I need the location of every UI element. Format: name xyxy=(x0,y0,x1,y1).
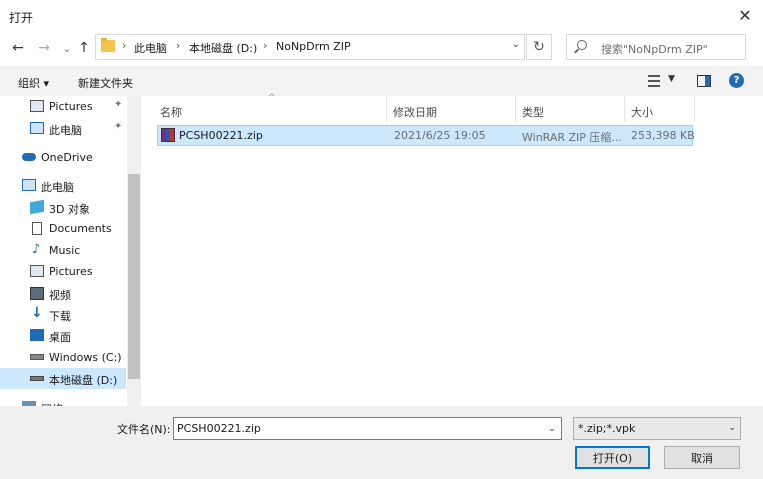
pin-icon: ✦ xyxy=(114,121,123,132)
sidebar-item-label: 此电脑 xyxy=(41,181,74,194)
winrar-zip-icon xyxy=(161,128,175,142)
breadcrumb-drive-d[interactable]: 本地磁盘 (D:) xyxy=(189,40,257,56)
address-bar[interactable]: › 此电脑 › 本地磁盘 (D:) › NoNpDrm ZIP ⌄ xyxy=(95,34,525,60)
navigation-scrollbar[interactable] xyxy=(127,96,141,406)
sidebar-item-onedrive[interactable]: OneDrive xyxy=(0,147,126,168)
file-type: WinRAR ZIP 压缩... xyxy=(522,131,622,144)
sidebar-item-this-pc-quick[interactable]: 此电脑 ✦ xyxy=(0,118,126,139)
sidebar-item-videos[interactable]: 视频 xyxy=(0,283,126,304)
up-arrow-icon[interactable]: ↑ xyxy=(75,38,93,58)
new-folder-button[interactable]: 新建文件夹 xyxy=(78,75,133,91)
search-input[interactable]: 搜索"NoNpDrm ZIP" xyxy=(601,41,708,57)
command-toolbar: 组织 ▾ 新建文件夹 ▼ ? xyxy=(0,66,763,96)
videos-icon xyxy=(30,287,44,300)
this-pc-icon xyxy=(22,179,36,191)
back-arrow-icon[interactable]: ← xyxy=(9,38,27,58)
recent-locations-chevron-icon[interactable]: ⌄ xyxy=(58,38,76,58)
sidebar-item-drive-c[interactable]: Windows (C:) xyxy=(0,347,126,368)
dialog-footer: 文件名(N): PCSH00221.zip ⌄ *.zip;*.vpk ⌄ 打开… xyxy=(0,406,763,479)
sidebar-item-music[interactable]: ♪ Music xyxy=(0,240,126,261)
drive-icon xyxy=(30,376,44,381)
filename-label: 文件名(N): xyxy=(117,423,171,436)
column-header-size[interactable]: 大小 xyxy=(631,104,653,120)
sidebar-item-label: 此电脑 xyxy=(49,124,82,137)
sidebar-item-downloads[interactable]: ↓ 下载 xyxy=(0,304,126,325)
column-header-type[interactable]: 类型 xyxy=(522,104,544,120)
sidebar-item-label: Music xyxy=(49,244,81,257)
view-dropdown-icon[interactable]: ▼ xyxy=(668,74,675,84)
pin-icon: ✦ xyxy=(114,99,123,110)
sidebar-item-pictures[interactable]: Pictures xyxy=(0,261,126,282)
sidebar-item-label: Pictures xyxy=(49,265,93,278)
sidebar-item-network[interactable]: 网络 xyxy=(0,397,126,406)
column-header-modified[interactable]: 修改日期 xyxy=(393,104,437,120)
sidebar-item-label: 3D 对象 xyxy=(49,203,90,216)
filename-value[interactable]: PCSH00221.zip xyxy=(177,422,261,435)
file-name: PCSH00221.zip xyxy=(179,129,263,142)
3d-objects-icon xyxy=(30,199,44,215)
sidebar-item-label: Documents xyxy=(49,222,112,235)
desktop-icon xyxy=(30,329,44,341)
sidebar-item-desktop[interactable]: 桌面 xyxy=(0,325,126,346)
sidebar-item-label: 下载 xyxy=(49,310,71,323)
search-icon xyxy=(577,40,587,50)
drive-icon xyxy=(30,354,44,360)
open-button[interactable]: 打开(O) xyxy=(575,446,650,469)
onedrive-icon xyxy=(22,153,36,161)
this-pc-icon xyxy=(30,122,44,134)
sidebar-item-this-pc[interactable]: 此电脑 xyxy=(0,175,126,196)
title-bar: 打开 ✕ xyxy=(0,0,763,32)
breadcrumb-separator: › xyxy=(176,39,181,52)
filter-value: *.zip;*.vpk xyxy=(578,422,636,435)
organize-button[interactable]: 组织 ▾ xyxy=(18,75,49,91)
preview-pane-icon[interactable] xyxy=(697,75,711,87)
documents-icon xyxy=(32,222,42,235)
pictures-icon xyxy=(30,265,44,277)
search-box[interactable]: 搜索"NoNpDrm ZIP" xyxy=(566,34,746,60)
pictures-icon xyxy=(30,100,44,112)
scrollbar-thumb[interactable] xyxy=(128,174,140,379)
close-icon[interactable]: ✕ xyxy=(734,4,756,26)
column-divider[interactable] xyxy=(694,96,695,122)
sidebar-item-label: 本地磁盘 (D:) xyxy=(49,374,118,387)
table-row[interactable]: PCSH00221.zip 2021/6/25 19:05 WinRAR ZIP… xyxy=(157,125,695,146)
column-divider[interactable] xyxy=(515,96,516,122)
music-icon: ♪ xyxy=(32,242,41,257)
file-type-filter[interactable]: *.zip;*.vpk ⌄ xyxy=(573,417,741,440)
file-size: 253,398 KB xyxy=(631,129,695,142)
address-dropdown-icon[interactable]: ⌄ xyxy=(512,39,520,50)
refresh-icon[interactable]: ↻ xyxy=(526,34,552,60)
sidebar-item-documents[interactable]: Documents xyxy=(0,218,126,239)
breadcrumb-this-pc[interactable]: 此电脑 xyxy=(134,40,167,56)
sort-ascending-icon: ^ xyxy=(268,93,276,103)
column-header-name[interactable]: 名称 xyxy=(160,104,182,120)
breadcrumb-separator: › xyxy=(122,39,127,52)
sidebar-item-label: 桌面 xyxy=(49,331,71,344)
folder-icon xyxy=(101,38,115,52)
sidebar-item-label: Pictures xyxy=(49,100,93,113)
downloads-icon: ↓ xyxy=(31,305,43,321)
chevron-down-icon[interactable]: ⌄ xyxy=(543,418,561,439)
breadcrumb-nonpdrm-zip[interactable]: NoNpDrm ZIP xyxy=(276,40,351,53)
filename-field[interactable]: PCSH00221.zip ⌄ xyxy=(173,417,562,440)
sidebar-item-pictures-quick[interactable]: Pictures ✦ xyxy=(0,96,126,117)
chevron-down-icon[interactable]: ⌄ xyxy=(728,423,736,433)
column-divider[interactable] xyxy=(624,96,625,122)
cancel-button[interactable]: 取消 xyxy=(664,446,740,469)
sidebar-item-3d-objects[interactable]: 3D 对象 xyxy=(0,197,126,218)
sidebar-item-drive-d[interactable]: 本地磁盘 (D:) xyxy=(0,368,126,389)
help-icon[interactable]: ? xyxy=(729,73,744,88)
sidebar-item-label: 视频 xyxy=(49,289,71,302)
file-list: ^ 名称 修改日期 类型 大小 PCSH00221.zip 2021/6/25 … xyxy=(141,93,763,406)
file-modified: 2021/6/25 19:05 xyxy=(394,129,486,142)
window-title: 打开 xyxy=(9,11,34,25)
sidebar-item-label: Windows (C:) xyxy=(49,351,122,364)
forward-arrow-icon[interactable]: → xyxy=(35,38,53,58)
column-divider[interactable] xyxy=(386,96,387,122)
view-options-icon[interactable] xyxy=(648,75,660,87)
breadcrumb-separator: › xyxy=(263,39,268,52)
navigation-pane: Pictures ✦ 此电脑 ✦ OneDrive 此电脑 3D 对象 Docu… xyxy=(0,96,141,406)
sidebar-item-label: OneDrive xyxy=(41,151,93,164)
